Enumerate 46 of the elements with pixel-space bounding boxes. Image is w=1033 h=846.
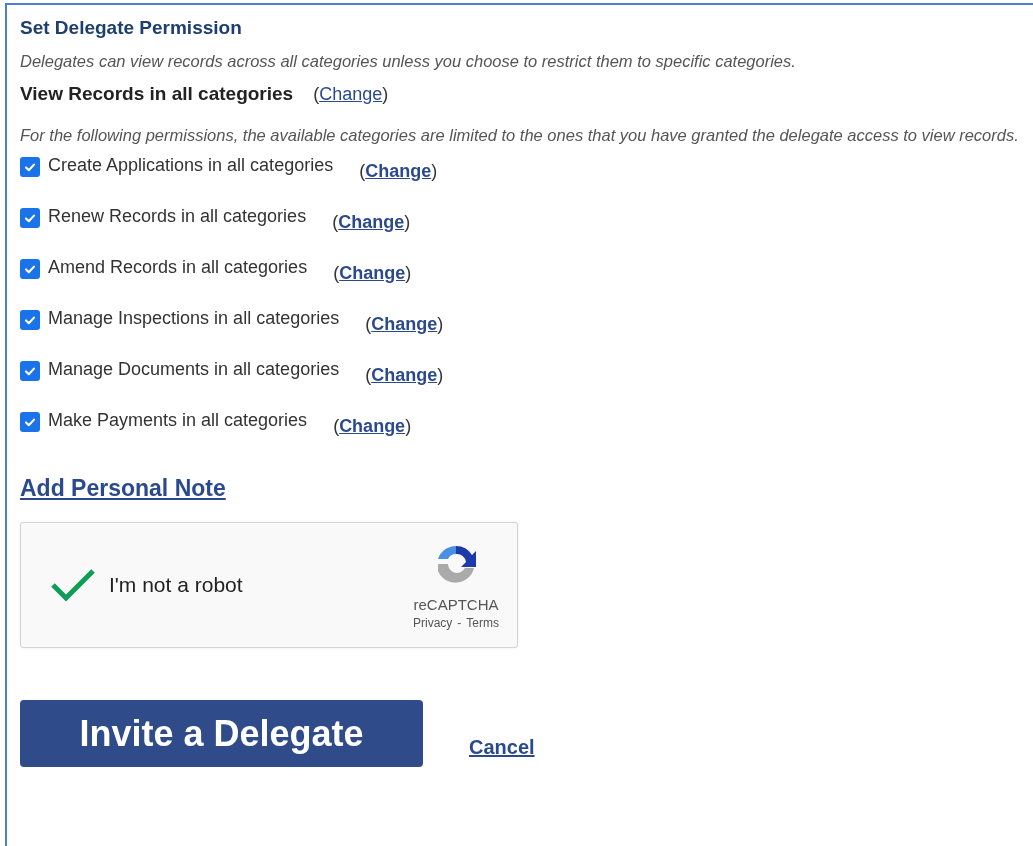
parenthesis: ( <box>359 161 366 181</box>
parenthesis: ( <box>365 314 372 334</box>
change-link[interactable]: Change <box>339 263 406 283</box>
parenthesis: ( <box>365 365 372 385</box>
checkbox[interactable] <box>20 208 40 228</box>
change-link[interactable]: Change <box>339 416 406 436</box>
add-personal-note-link[interactable]: Add Personal Note <box>20 475 226 502</box>
checkbox[interactable] <box>20 361 40 381</box>
change-link[interactable]: Change <box>371 365 438 385</box>
captcha-label: I'm not a robot <box>109 573 244 597</box>
parenthesis: ) <box>405 263 412 283</box>
recaptcha-brand: reCAPTCHA <box>413 596 499 613</box>
permission-label: Manage Inspections in all categories <box>48 308 340 329</box>
change-link[interactable]: Change <box>338 212 405 232</box>
permission-label: View Records in all categories <box>20 83 294 105</box>
parenthesis: ( <box>333 263 340 283</box>
parenthesis: ) <box>404 212 411 232</box>
checkbox[interactable] <box>20 157 40 177</box>
parenthesis: ) <box>437 314 444 334</box>
checkbox[interactable] <box>20 310 40 330</box>
permission-label: Create Applications in all categories <box>48 155 334 176</box>
checkbox[interactable] <box>20 412 40 432</box>
parenthesis: ( <box>313 84 320 104</box>
checkbox[interactable] <box>20 259 40 279</box>
section-title: Set Delegate Permission <box>20 17 243 39</box>
permission-label: Renew Records in all categories <box>48 206 307 227</box>
invite-delegate-button[interactable]: Invite a Delegate <box>20 700 423 767</box>
parenthesis: ) <box>437 365 444 385</box>
change-link[interactable]: Change <box>365 161 432 181</box>
permission-label: Amend Records in all categories <box>48 257 308 278</box>
cancel-link[interactable]: Cancel <box>469 736 535 759</box>
parenthesis: ) <box>382 84 389 104</box>
permission-label: Make Payments in all categories <box>48 410 308 431</box>
note-text: For the following permissions, the available categories are limited to the ones that you have granted the delegate access to view records. <box>20 125 1020 146</box>
parenthesis: ( <box>333 416 340 436</box>
description-text: Delegates can view records across all categories unless you choose to restrict them to specific categories. <box>20 52 797 71</box>
parenthesis: ) <box>405 416 412 436</box>
terms-link[interactable]: Terms <box>466 616 499 630</box>
permission-label: Manage Documents in all categories <box>48 359 340 380</box>
checkmark-icon[interactable] <box>49 567 97 603</box>
change-link[interactable]: Change <box>371 314 438 334</box>
privacy-link[interactable]: Privacy <box>413 616 453 630</box>
parenthesis: ) <box>431 161 438 181</box>
parenthesis: ( <box>332 212 339 232</box>
change-link[interactable]: Change <box>319 84 383 104</box>
separator: - <box>457 616 462 630</box>
